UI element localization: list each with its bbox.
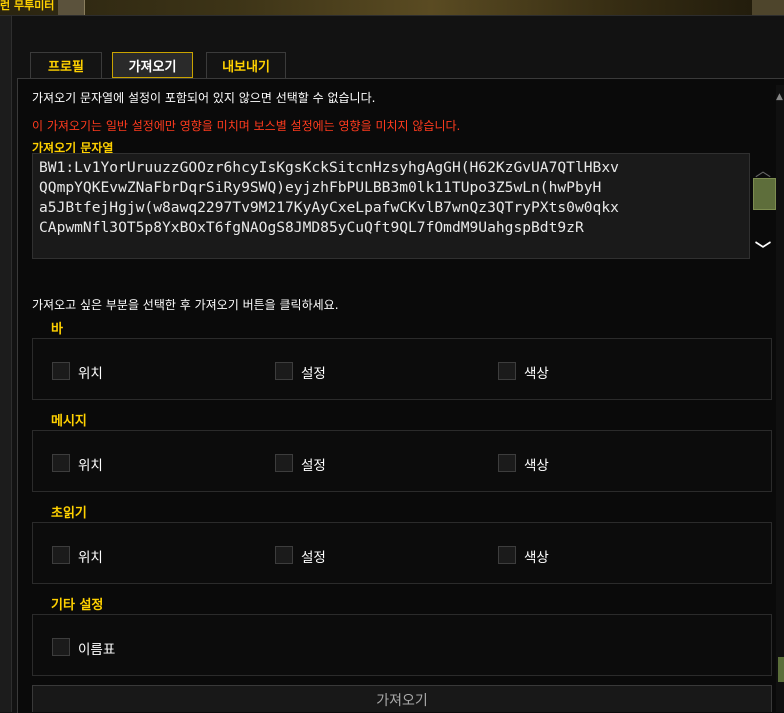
section-title-countdown: 초읽기 — [51, 506, 87, 521]
frame-divider — [0, 15, 784, 16]
checkbox-label: 위치 — [78, 366, 103, 382]
checkbox-messages-position[interactable] — [52, 454, 70, 472]
checkbox-countdown-color[interactable] — [498, 546, 516, 564]
checkbox-label: 색상 — [524, 550, 549, 566]
import-scroll-thumb[interactable] — [753, 178, 776, 210]
outer-scroll-up-icon[interactable]: ▲ — [776, 92, 784, 104]
outer-scroll-thumb[interactable] — [778, 657, 784, 682]
tab-profile[interactable]: 프로필 — [30, 52, 102, 78]
checkbox-label: 설정 — [301, 550, 326, 566]
section-title-bar: 바 — [51, 322, 63, 337]
section-title-messages: 메시지 — [51, 414, 87, 429]
frame-left-edge — [0, 16, 12, 712]
chevron-down-icon[interactable]: ﹀ — [752, 236, 774, 259]
checkbox-label: 색상 — [524, 458, 549, 474]
checkbox-label: 설정 — [301, 458, 326, 474]
outer-scrollbar[interactable] — [776, 85, 784, 712]
window-title-bar: 런 무투미터 — [0, 0, 784, 15]
section-countdown: 위치 설정 색상 — [32, 522, 772, 584]
checkbox-label: 설정 — [301, 366, 326, 382]
checkbox-nameplate[interactable] — [52, 638, 70, 656]
checkbox-label: 색상 — [524, 366, 549, 382]
section-messages: 위치 설정 색상 — [32, 430, 772, 492]
checkbox-countdown-settings[interactable] — [275, 546, 293, 564]
import-button[interactable]: 가져오기 — [32, 685, 772, 712]
warning-text: 이 가져오기는 일반 설정에만 영향을 미치며 보스별 설정에는 영향을 미치지… — [32, 119, 461, 133]
tab-import-label: 가져오기 — [128, 59, 177, 75]
checkbox-bar-settings[interactable] — [275, 362, 293, 380]
import-string-line: a5JBtfejHgjw(w8awq2297Tv9M217KyAyCxeLpaf… — [39, 199, 619, 216]
section-title-other-settings: 기타 설정 — [51, 598, 104, 613]
tab-export-label: 내보내기 — [222, 60, 270, 75]
window-title: 런 무투미터 — [0, 0, 55, 12]
title-ornament-right — [752, 0, 784, 15]
checkbox-label: 위치 — [78, 458, 103, 474]
checkbox-bar-color[interactable] — [498, 362, 516, 380]
tab-export[interactable]: 내보내기 — [206, 52, 286, 78]
import-string-line: BW1:Lv1YorUruuzzGOOzr6hcyIsKgsKckSitcnHz… — [39, 159, 619, 176]
checkbox-label: 위치 — [78, 550, 103, 566]
checkbox-bar-position[interactable] — [52, 362, 70, 380]
checkbox-countdown-position[interactable] — [52, 546, 70, 564]
import-button-label: 가져오기 — [376, 693, 428, 709]
section-bar: 위치 설정 색상 — [32, 338, 772, 400]
title-ornament-left — [58, 0, 85, 15]
import-string-line: CApwmNfl3OT5p8YxBOxT6fgNAOgS8JMD85yCuQft… — [39, 219, 584, 236]
checkbox-messages-color[interactable] — [498, 454, 516, 472]
checkbox-label: 이름표 — [78, 642, 116, 658]
tab-profile-label: 프로필 — [48, 60, 84, 75]
import-string-field[interactable]: BW1:Lv1YorUruuzzGOOzr6hcyIsKgsKckSitcnHz… — [32, 153, 750, 259]
import-string-line: QQmpYQKEvwZNaFbrDqrSiRy9SWQ)eyjzhFbPULBB… — [39, 179, 602, 196]
info-text: 가져오기 문자열에 설정이 포함되어 있지 않으면 선택할 수 없습니다. — [32, 91, 376, 105]
chevron-up-icon[interactable]: ︿ — [752, 157, 774, 180]
tab-import[interactable]: 가져오기 — [112, 52, 193, 78]
section-other-settings: 이름표 — [32, 614, 772, 676]
checkbox-messages-settings[interactable] — [275, 454, 293, 472]
instruction-text: 가져오고 싶은 부분을 선택한 후 가져오기 버튼을 클릭하세요. — [32, 298, 339, 312]
